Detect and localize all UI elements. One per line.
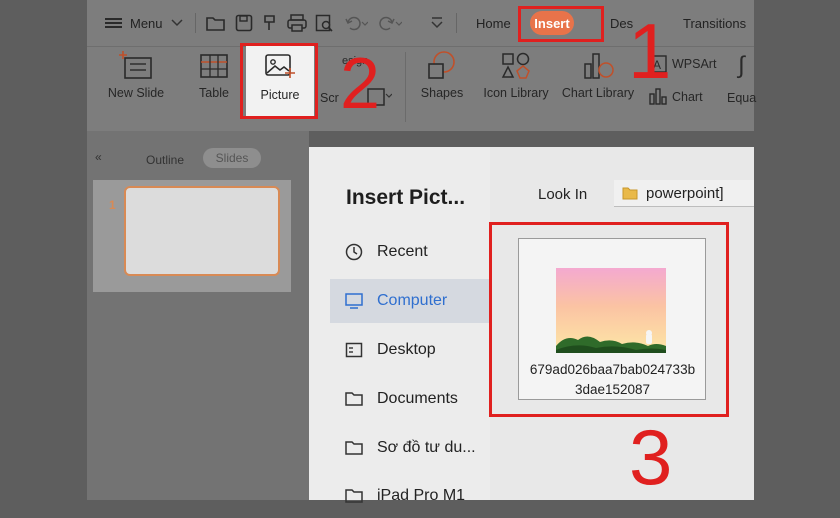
sidebar-item-label: Recent xyxy=(377,243,428,260)
print-preview-icon[interactable] xyxy=(313,11,335,35)
folder-icon xyxy=(345,487,363,505)
highlight-picture-button xyxy=(240,43,318,119)
hamburger-icon xyxy=(105,16,122,30)
slide-thumbnail[interactable] xyxy=(124,186,280,276)
wpsart-label[interactable]: WPSArt xyxy=(672,57,716,71)
table-icon xyxy=(200,54,228,78)
shapes-label: Shapes xyxy=(420,86,464,100)
equation-label[interactable]: Equa xyxy=(727,91,756,105)
icon-library-label: Icon Library xyxy=(483,86,549,100)
save-icon[interactable] xyxy=(233,11,255,35)
ribbon-separator xyxy=(405,52,406,122)
sidebar-item-label: Documents xyxy=(377,390,458,407)
sidebar-item-computer[interactable]: Computer xyxy=(330,279,490,323)
new-slide-button[interactable]: New Slide xyxy=(101,50,171,100)
sidebar-item-label: Computer xyxy=(377,292,448,309)
customize-dropdown-icon[interactable] xyxy=(429,11,445,35)
open-folder-icon[interactable] xyxy=(205,11,227,35)
highlight-file-item xyxy=(489,222,729,417)
table-label: Table xyxy=(199,86,229,100)
step-3-label: 3 xyxy=(629,413,673,501)
look-in-label: Look In xyxy=(538,186,588,203)
step-2-label: 2 xyxy=(340,44,381,124)
folder-icon xyxy=(345,390,363,408)
look-in-select[interactable]: powerpoint] xyxy=(614,180,754,207)
new-slide-label: New Slide xyxy=(107,86,165,100)
redo-icon[interactable] xyxy=(377,11,403,35)
tab-home[interactable]: Home xyxy=(476,16,511,31)
print-icon[interactable] xyxy=(285,11,309,35)
sidebar-item-desktop[interactable]: Desktop xyxy=(330,328,490,372)
tab-slides-label: Slides xyxy=(215,151,249,165)
highlight-insert-tab xyxy=(518,6,604,42)
equation-icon[interactable]: ∫ xyxy=(738,52,745,80)
sidebar-item-ipad[interactable]: iPad Pro M1 xyxy=(330,474,490,518)
dialog-title: Insert Pict... xyxy=(346,186,466,209)
chart-library-icon xyxy=(584,53,614,79)
sidebar-item-label: iPad Pro M1 xyxy=(377,487,466,504)
table-button[interactable]: Table xyxy=(191,50,237,100)
qat-separator xyxy=(195,13,196,33)
shapes-icon xyxy=(428,51,455,79)
desktop-icon xyxy=(345,341,363,359)
folder-icon xyxy=(345,439,363,457)
slide-number: 1 xyxy=(109,198,116,212)
tab-outline[interactable]: Outline xyxy=(146,153,184,167)
shapes-button[interactable]: Shapes xyxy=(414,50,470,100)
sidebar-item-documents[interactable]: Documents xyxy=(330,377,490,421)
sidebar-item-recent[interactable]: Recent xyxy=(330,230,490,274)
monitor-icon xyxy=(345,292,363,310)
sidebar-item-folder[interactable]: Sơ đồ tư du... xyxy=(330,426,490,470)
screenshot-label[interactable]: Scr xyxy=(320,91,339,105)
format-painter-icon[interactable] xyxy=(259,11,281,35)
collapse-panel-icon[interactable]: « xyxy=(95,150,102,164)
menu-label: Menu xyxy=(130,15,163,31)
icon-library-button[interactable]: Icon Library xyxy=(480,50,552,100)
look-in-value: powerpoint] xyxy=(646,184,724,202)
folder-icon xyxy=(622,187,638,200)
sidebar-item-label: Sơ đồ tư du... xyxy=(377,439,476,456)
menu-button[interactable]: Menu xyxy=(105,11,165,35)
chart-library-label: Chart Library xyxy=(561,86,635,100)
undo-icon[interactable] xyxy=(343,11,369,35)
tab-slides[interactable]: Slides xyxy=(203,148,261,168)
chart-label[interactable]: Chart xyxy=(672,90,703,104)
tab-transitions[interactable]: Transitions xyxy=(683,16,746,31)
new-slide-icon xyxy=(119,51,152,79)
clock-icon xyxy=(345,243,363,261)
qat-separator xyxy=(456,13,457,33)
icon-library-icon xyxy=(501,52,530,79)
sidebar-item-label: Desktop xyxy=(377,341,436,358)
step-1-label: 1 xyxy=(628,7,672,95)
chart-library-button[interactable]: Chart Library xyxy=(560,50,636,100)
chevron-down-icon[interactable] xyxy=(169,11,185,35)
